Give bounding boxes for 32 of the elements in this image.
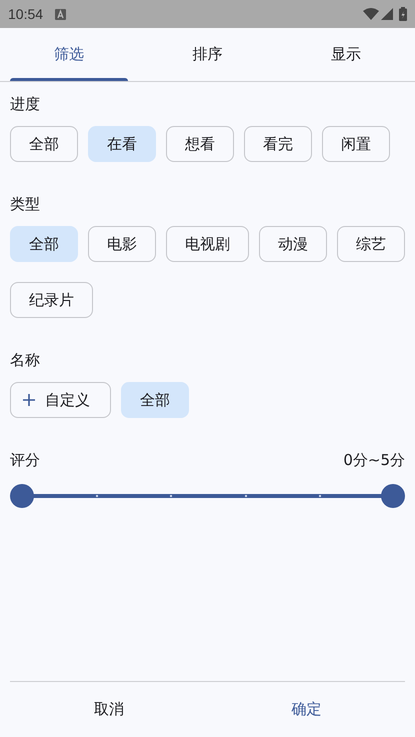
status-time: 10:54 <box>8 4 44 24</box>
slider-thumb[interactable] <box>381 484 405 508</box>
rating-range: 0分~5分 <box>343 450 405 471</box>
section-title: 进度 <box>9 94 41 115</box>
section-title: 类型 <box>9 194 41 215</box>
confirm-button[interactable]: 确定 <box>208 682 405 737</box>
tab[interactable]: 筛选 <box>0 28 138 81</box>
plus-icon <box>23 394 35 406</box>
filter-chip[interactable]: 想看 <box>166 126 234 162</box>
range-slider[interactable] <box>10 484 405 508</box>
tab[interactable]: 显示 <box>276 28 415 81</box>
battery-icon <box>399 7 407 21</box>
filter-chip[interactable]: 动漫 <box>259 226 327 262</box>
rating-label: 评分 <box>10 450 40 471</box>
filter-chip[interactable]: 闲置 <box>322 126 390 162</box>
filter-chip[interactable]: 电影 <box>88 226 156 262</box>
slider-thumb[interactable] <box>10 484 34 508</box>
filter-chip[interactable]: 综艺 <box>337 226 405 262</box>
wifi-icon <box>363 8 379 20</box>
filter-chip[interactable]: 全部 <box>10 226 78 262</box>
filter-chip[interactable]: 看完 <box>244 126 312 162</box>
filter-chip[interactable]: 全部 <box>121 382 189 418</box>
filter-chip[interactable]: 在看 <box>88 126 156 162</box>
notification-icon <box>55 8 66 20</box>
filter-chip[interactable]: 全部 <box>10 126 78 162</box>
cancel-button[interactable]: 取消 <box>10 682 208 737</box>
filter-chip[interactable]: 电视剧 <box>166 226 249 262</box>
tab[interactable]: 排序 <box>138 28 277 81</box>
section-title: 名称 <box>9 350 41 371</box>
filter-chip[interactable]: 自定义 <box>10 382 111 418</box>
filter-chip[interactable]: 纪录片 <box>10 282 93 318</box>
signal-icon <box>381 8 393 20</box>
